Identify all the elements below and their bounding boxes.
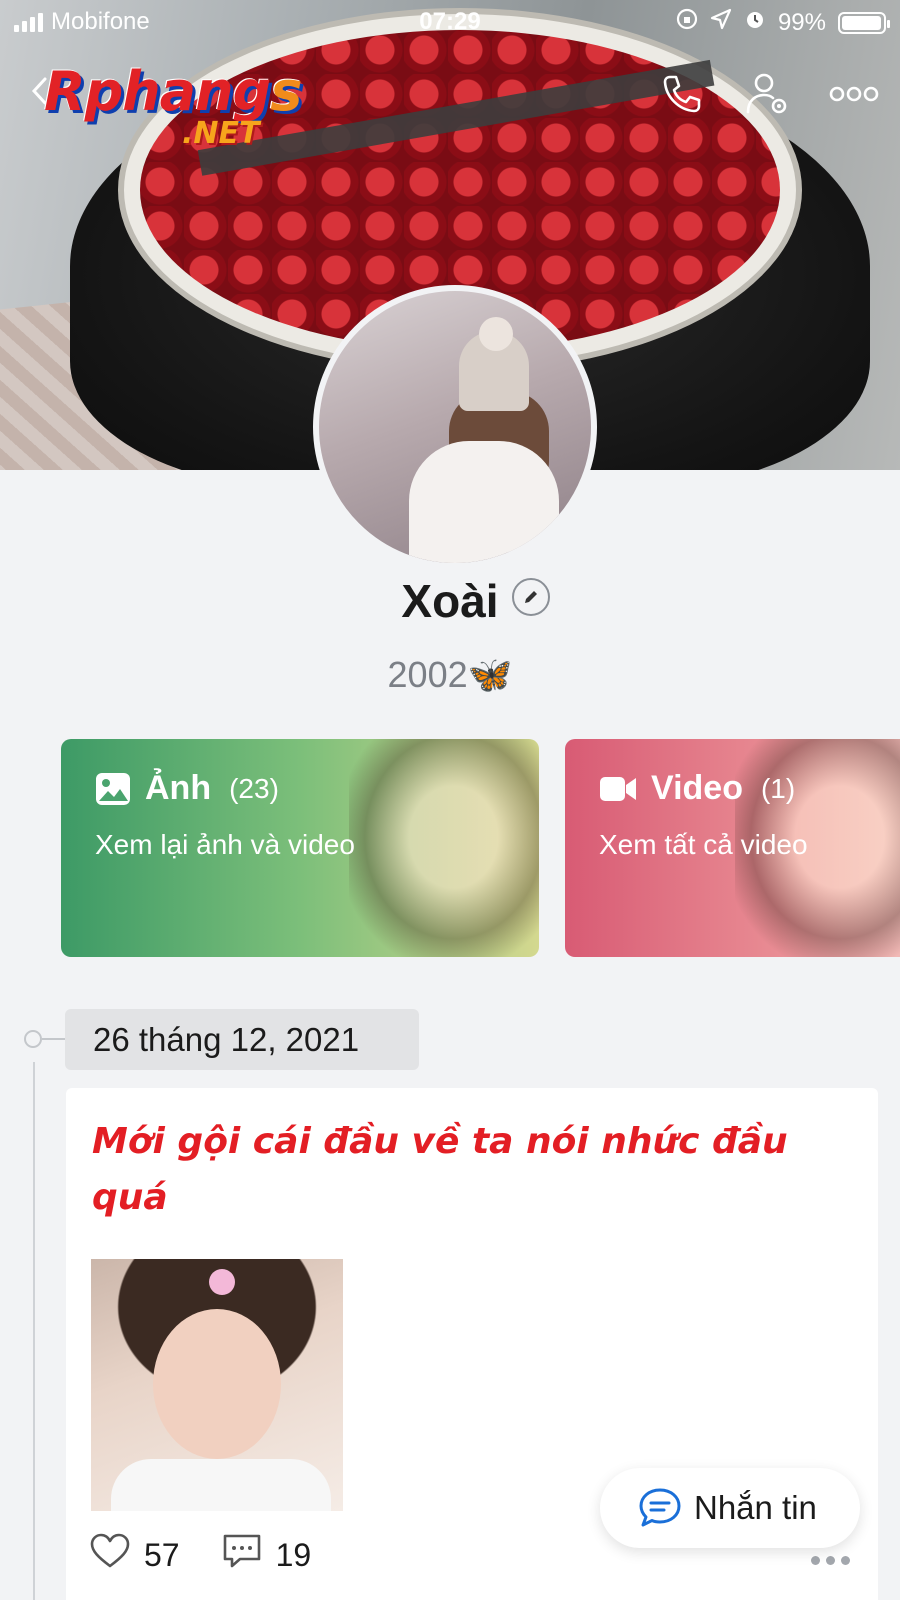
post-photo[interactable] (91, 1259, 343, 1511)
logo-brand: Rphangs (44, 60, 302, 123)
edit-name-button[interactable] (512, 578, 550, 616)
like-button[interactable] (90, 1533, 130, 1577)
message-button[interactable]: Nhắn tin (600, 1468, 860, 1548)
post-actions: 57 19 (90, 1532, 339, 1578)
status-bar: Mobifone 07:29 99% (0, 0, 900, 44)
battery-icon (838, 11, 890, 34)
header-actions (656, 68, 880, 120)
heart-icon (90, 1533, 130, 1568)
more-icon (829, 86, 879, 102)
videos-card-title: Video (651, 769, 743, 807)
profile-name-row: Xoài (0, 574, 900, 628)
post-more-button[interactable] (811, 1556, 850, 1565)
videos-card[interactable]: Video (1) Xem tất cả video (565, 739, 900, 957)
site-logo: Rphangs .NET (44, 60, 302, 151)
timeline-dot (24, 1030, 42, 1048)
pencil-icon (525, 591, 537, 603)
comment-icon (223, 1534, 260, 1568)
photos-card[interactable]: Ảnh (23) Xem lại ảnh và video (61, 739, 539, 957)
phone-icon (663, 75, 701, 113)
profile-name: Xoài (401, 575, 499, 627)
photos-card-count: (23) (229, 772, 279, 804)
timeline-connector (42, 1038, 66, 1040)
message-button-label: Nhắn tin (694, 1489, 817, 1526)
battery-percent: 99% (777, 8, 826, 36)
timeline-date: 26 tháng 12, 2021 (65, 1009, 419, 1070)
videos-card-header: Video (1) (599, 769, 795, 808)
bio-text: 2002 (387, 654, 468, 695)
videos-card-count: (1) (760, 772, 796, 804)
like-count: 57 (144, 1536, 180, 1573)
post-text: Mới gội cái đầu về ta nói nhức đầu quá (92, 1121, 788, 1218)
location-icon (710, 8, 732, 37)
photos-card-thumbnail (349, 739, 539, 957)
post-photo-face (153, 1309, 281, 1459)
status-right: 99% (676, 8, 890, 37)
photos-card-title: Ảnh (145, 769, 212, 807)
videos-card-subtitle: Xem tất cả video (599, 829, 808, 860)
post-photo-shirt (111, 1459, 331, 1511)
profile-settings-button[interactable] (742, 68, 794, 120)
logo-brand-main: Rphang (44, 60, 271, 123)
comment-button[interactable] (222, 1532, 262, 1578)
butterfly-emoji: 🦋 (467, 654, 513, 695)
image-icon (96, 772, 130, 805)
profile-header: Rphangs .NET (0, 58, 900, 151)
avatar-coat (409, 441, 559, 563)
comment-count: 19 (275, 1536, 312, 1573)
user-settings-icon (746, 73, 787, 114)
photos-card-subtitle: Xem lại ảnh và video (95, 829, 355, 860)
rotation-lock-icon (676, 8, 698, 37)
call-button[interactable] (656, 68, 708, 120)
more-options-button[interactable] (828, 68, 880, 120)
profile-bio: 2002🦋 (0, 654, 900, 696)
chat-bubble-icon (639, 1488, 681, 1527)
post-photo-unicorn-sticker (209, 1269, 235, 1295)
photos-card-header: Ảnh (23) (95, 769, 279, 808)
alarm-icon (744, 8, 766, 37)
logo-tld: .NET (182, 116, 260, 151)
avatar[interactable] (313, 285, 597, 569)
timeline-line (33, 1062, 35, 1600)
avatar-hat-pom (479, 317, 513, 351)
video-camera-icon (600, 776, 636, 801)
logo-brand-s: s (270, 60, 302, 123)
